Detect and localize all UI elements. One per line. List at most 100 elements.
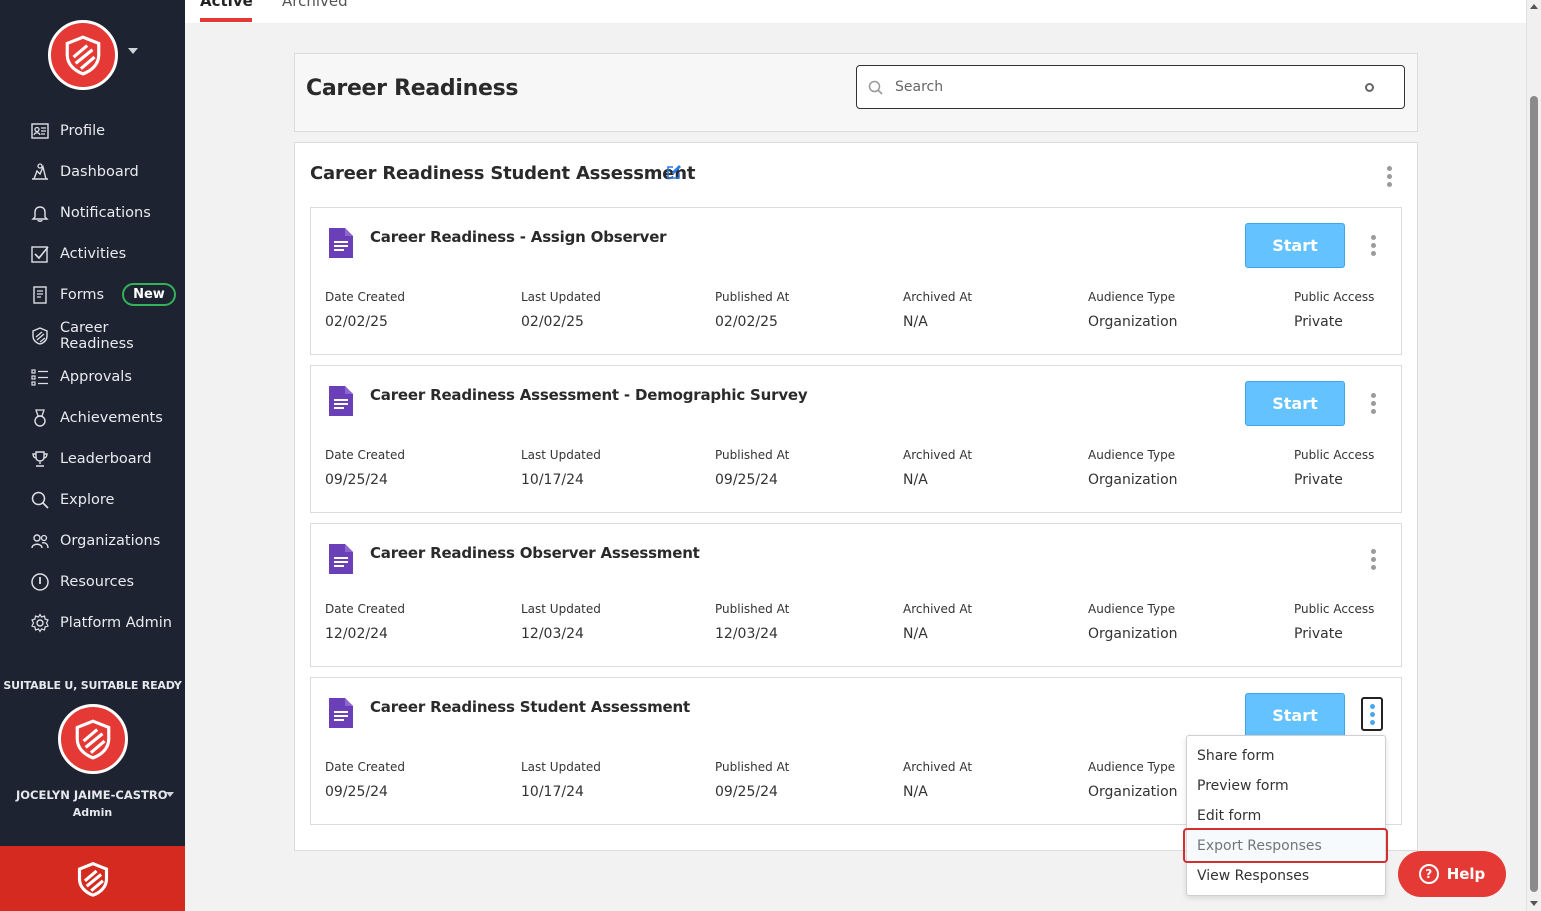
form-card: Career Readiness Assessment - Demographi… [310,365,1402,513]
explore-search-icon [30,490,50,510]
audience-type-value: Organization [1088,314,1178,330]
form-card: Career Readiness - Assign Observer Start… [310,207,1402,355]
menu-item-share-form[interactable]: Share form [1197,748,1275,764]
sidebar-footer-logo[interactable] [0,846,185,911]
public-access-value: Private [1294,626,1343,642]
date-created-value: 02/02/25 [325,314,388,330]
form-more-options-icon[interactable] [1362,388,1384,418]
shield-stripes-icon [65,35,101,76]
meta-label: Public Access [1294,602,1375,616]
meta-label: Date Created [325,448,405,462]
brand-caret-icon[interactable] [128,48,138,54]
last-updated-value: 10/17/24 [521,784,584,800]
forms-icon [30,285,50,305]
sidebar-item-resources[interactable]: Resources [0,561,185,602]
form-more-options-icon[interactable] [1362,544,1384,574]
sidebar-item-organizations[interactable]: Organizations [0,520,185,561]
chevron-down-icon[interactable] [166,792,174,797]
sidebar-item-label: Leaderboard [60,450,152,467]
search-icon [868,80,883,95]
last-updated-value: 10/17/24 [521,472,584,488]
help-button[interactable]: ? Help [1398,851,1506,897]
meta-label: Published At [715,448,790,462]
menu-item-view-responses[interactable]: View Responses [1197,868,1309,884]
meta-label: Date Created [325,602,405,616]
group-more-options-icon[interactable] [1378,161,1400,191]
form-more-options-icon[interactable] [1361,697,1383,731]
search-input[interactable] [895,76,1355,98]
start-button[interactable]: Start [1245,223,1345,268]
checkbox-icon [30,244,50,264]
search-field[interactable] [856,65,1405,109]
group-title: Career Readiness Student Assessment [310,163,696,184]
public-access-value: Private [1294,472,1343,488]
page-title: Career Readiness [306,76,519,101]
meta-label: Last Updated [521,290,601,304]
last-updated-value: 02/02/25 [521,314,584,330]
menu-item-edit-form[interactable]: Edit form [1197,808,1261,824]
trophy-icon [30,449,50,469]
form-card: Career Readiness Observer Assessment Dat… [310,523,1402,667]
sidebar-item-label: Profile [60,122,106,139]
meta-label: Published At [715,760,790,774]
meta-label: Audience Type [1088,602,1176,616]
brand-logo[interactable] [48,20,118,90]
meta-label: Archived At [903,760,973,774]
form-options-menu: Share form Preview form Edit form Export… [1186,735,1386,896]
sidebar-nav: Profile Dashboard Notifications Activiti… [0,110,185,643]
form-title: Career Readiness Observer Assessment [370,544,700,562]
sidebar-item-label: Organizations [60,532,161,549]
sidebar-item-notifications[interactable]: Notifications [0,192,185,233]
page-scrollbar[interactable] [1526,0,1541,911]
shield-stripes-icon [75,719,111,760]
sidebar: Profile Dashboard Notifications Activiti… [0,0,185,911]
scrollbar-thumb[interactable] [1530,96,1538,892]
sidebar-item-explore[interactable]: Explore [0,479,185,520]
profile-card-icon [30,121,50,141]
meta-label: Audience Type [1088,760,1176,774]
sidebar-item-activities[interactable]: Activities [0,233,185,274]
sidebar-item-dashboard[interactable]: Dashboard [0,151,185,192]
audience-type-value: Organization [1088,472,1178,488]
user-name[interactable]: JOCELYN JAIME-CASTRO [16,788,167,802]
sidebar-item-career-readiness[interactable]: Career Readiness [0,315,185,356]
published-at-value: 09/25/24 [715,784,778,800]
sidebar-item-achievements[interactable]: Achievements [0,397,185,438]
sidebar-item-leaderboard[interactable]: Leaderboard [0,438,185,479]
audience-type-value: Organization [1088,626,1178,642]
last-updated-value: 12/03/24 [521,626,584,642]
tab-archived[interactable]: Archived [282,0,348,10]
form-title: Career Readiness Assessment - Demographi… [370,386,808,404]
shield-stripes-icon [30,326,50,346]
meta-label: Audience Type [1088,290,1176,304]
dashboard-icon [30,162,50,182]
form-title: Career Readiness - Assign Observer [370,228,667,246]
published-at-value: 09/25/24 [715,472,778,488]
audience-type-value: Organization [1088,784,1178,800]
sidebar-item-platform-admin[interactable]: Platform Admin [0,602,185,643]
user-role: Admin [72,806,113,819]
meta-label: Last Updated [521,448,601,462]
scroll-up-icon[interactable] [1530,4,1538,9]
sidebar-item-profile[interactable]: Profile [0,110,185,151]
meta-label: Archived At [903,602,973,616]
meta-label: Published At [715,290,790,304]
start-button[interactable]: Start [1245,381,1345,426]
form-more-options-icon[interactable] [1362,230,1384,260]
organization-name: SUITABLE U, SUITABLE READY [3,679,182,692]
edit-icon[interactable] [666,164,682,180]
scroll-down-icon[interactable] [1530,901,1538,906]
tab-active-indicator [200,18,252,22]
sidebar-item-forms[interactable]: Forms New [0,274,185,315]
tab-bar: Active Archived [185,0,1526,23]
menu-item-preview-form[interactable]: Preview form [1197,778,1289,794]
sidebar-item-approvals[interactable]: Approvals [0,356,185,397]
sidebar-item-label: Career Readiness [60,319,134,352]
tab-active[interactable]: Active [200,0,253,10]
new-badge: New [122,283,176,306]
gear-icon [30,612,50,633]
medal-icon [30,408,50,428]
clear-search-icon[interactable] [1365,83,1374,92]
list-check-icon [30,367,50,387]
start-button[interactable]: Start [1245,693,1345,738]
